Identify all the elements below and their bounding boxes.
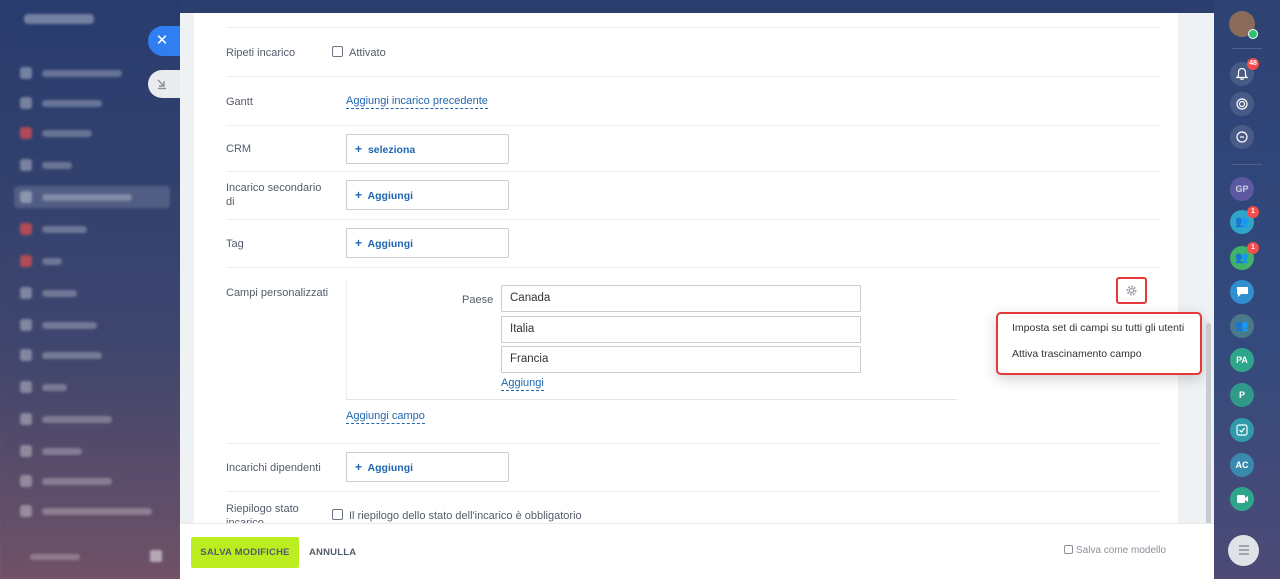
close-icon: ✕ <box>155 32 169 49</box>
country-input-2[interactable]: Italia <box>501 316 861 343</box>
users-icon: 👥 <box>1235 320 1249 332</box>
subtask-of-label: Incarico secondario di <box>226 182 322 208</box>
add-predecessor-link[interactable]: Aggiungi incarico precedente <box>346 95 488 109</box>
custom-fields-block: Paese Canada Italia Francia Aggiungi <box>346 280 957 400</box>
sidebar-item[interactable] <box>20 250 170 272</box>
avatar-pa[interactable]: PA <box>1230 348 1254 372</box>
country-field-label: Paese <box>462 294 494 306</box>
country-input-3[interactable]: Francia <box>501 346 861 373</box>
repeat-task-checkbox[interactable]: Attivato <box>332 46 386 59</box>
printer-icon[interactable] <box>150 550 162 562</box>
status-summary-label: Riepilogo stato incarico <box>226 503 299 523</box>
add-field-link[interactable]: Aggiungi campo <box>346 410 425 424</box>
status-summary-checkbox[interactable]: Il riepilogo dello stato dell'incarico è… <box>332 509 582 522</box>
group-chat-icon[interactable]: 👥 1 <box>1230 206 1259 234</box>
custom-fields-settings-menu: Imposta set di campi su tutti gli utenti… <box>996 312 1202 375</box>
user-avatar[interactable] <box>1229 11 1258 39</box>
notifications-bell-icon[interactable]: 48 <box>1230 58 1259 86</box>
gantt-label: Gantt <box>226 96 253 108</box>
save-as-template-checkbox[interactable]: Salva come modello <box>1064 545 1166 556</box>
chat-icon[interactable] <box>1230 280 1254 304</box>
tag-row: Tag + Aggiungi <box>226 220 1160 268</box>
brand-logo <box>24 14 94 24</box>
sidebar-item[interactable] <box>20 470 170 492</box>
gantt-row: Gantt Aggiungi incarico precedente <box>226 77 1160 126</box>
country-input-1[interactable]: Canada <box>501 285 861 312</box>
rail-divider <box>1232 48 1262 49</box>
plus-icon: + <box>355 188 363 202</box>
plus-icon: + <box>355 236 363 250</box>
avatar-ac[interactable]: AC <box>1230 453 1254 477</box>
sidebar-item[interactable] <box>20 218 170 240</box>
repeat-task-label: Ripeti incarico <box>226 47 296 59</box>
task-chat-icon[interactable] <box>1230 418 1254 442</box>
group-badge: 1 <box>1247 206 1259 218</box>
rail-divider <box>1232 164 1262 165</box>
users-icon: 👥 <box>1235 216 1249 228</box>
repeat-task-row: Ripeti incarico Attivato <box>226 28 1160 77</box>
checkbox[interactable] <box>1064 545 1073 554</box>
crm-label: CRM <box>226 143 252 155</box>
group-badge: 1 <box>1247 242 1259 254</box>
gear-icon <box>1126 285 1137 296</box>
subtask-of-add-button[interactable]: + Aggiungi <box>346 180 509 210</box>
custom-fields-settings-button[interactable] <box>1116 277 1147 304</box>
group-chat-icon[interactable]: 👥 1 <box>1230 242 1259 270</box>
task-form: Ripeti incarico Attivato Gantt Aggiungi … <box>194 13 1178 523</box>
group-chat-icon[interactable]: 👥 <box>1230 314 1254 338</box>
sidebar-item-active[interactable] <box>14 186 170 208</box>
dependent-tasks-row: Incarichi dipendenti + Aggiungi <box>226 444 1160 492</box>
crm-row: CRM + seleziona <box>226 126 1160 172</box>
cancel-button[interactable]: ANNULLA <box>309 537 356 568</box>
scrollbar[interactable] <box>1206 323 1211 548</box>
sidebar-footer <box>30 554 80 560</box>
plus-icon: + <box>355 142 363 156</box>
avatar-p[interactable]: P <box>1230 383 1254 407</box>
avatar-gp[interactable]: GP <box>1230 177 1254 201</box>
sidebar-item[interactable] <box>20 500 170 522</box>
sidebar-item[interactable] <box>20 314 170 336</box>
activity-stream-icon[interactable] <box>1230 92 1254 116</box>
subtask-of-row: Incarico secondario di + Aggiungi <box>226 172 1160 220</box>
search-chat-icon[interactable] <box>1230 125 1254 149</box>
sidebar-item[interactable] <box>20 408 170 430</box>
sidebar-item[interactable] <box>20 440 170 462</box>
sidebar-item[interactable] <box>20 376 170 398</box>
minimize-icon <box>157 79 166 90</box>
save-changes-button[interactable]: SALVA MODIFICHE <box>191 537 299 568</box>
menu-icon <box>1238 545 1249 555</box>
crm-select-button[interactable]: + seleziona <box>346 134 509 164</box>
dependent-tasks-label: Incarichi dipendenti <box>226 462 321 474</box>
add-value-link[interactable]: Aggiungi <box>501 377 544 391</box>
tag-label: Tag <box>226 238 244 250</box>
tag-add-button[interactable]: + Aggiungi <box>346 228 509 258</box>
video-call-icon[interactable] <box>1230 487 1254 511</box>
custom-fields-label: Campi personalizzati <box>226 287 329 299</box>
sidebar-item[interactable] <box>20 282 170 304</box>
notifications-badge: 48 <box>1247 58 1259 70</box>
form-footer: SALVA MODIFICHE ANNULLA Salva come model… <box>180 523 1214 579</box>
sidebar-item[interactable] <box>20 344 170 366</box>
menu-item-enable-field-drag[interactable]: Attiva trascinamento campo <box>1012 348 1142 360</box>
right-rail: 48 GP 👥 1 👥 1 👥 PA P AC <box>1214 0 1280 579</box>
sidebar-item[interactable] <box>20 154 170 176</box>
menu-item-set-fields-all-users[interactable]: Imposta set di campi su tutti gli utenti <box>1012 322 1184 334</box>
close-slider-button[interactable]: ✕ <box>148 26 180 56</box>
online-status-icon <box>1248 29 1258 39</box>
checkbox[interactable] <box>332 46 343 57</box>
rail-menu-button[interactable] <box>1228 535 1259 566</box>
sidebar-item[interactable] <box>20 92 170 114</box>
form-top-divider <box>226 13 1160 28</box>
status-summary-row: Riepilogo stato incarico Il riepilogo de… <box>226 492 1160 523</box>
users-icon: 👥 <box>1235 252 1249 264</box>
sidebar-item[interactable] <box>20 122 170 144</box>
minimize-slider-button[interactable] <box>148 70 180 98</box>
checkbox[interactable] <box>332 509 343 520</box>
task-edit-slider: Ripeti incarico Attivato Gantt Aggiungi … <box>180 13 1214 579</box>
dependent-tasks-add-button[interactable]: + Aggiungi <box>346 452 509 482</box>
plus-icon: + <box>355 460 363 474</box>
